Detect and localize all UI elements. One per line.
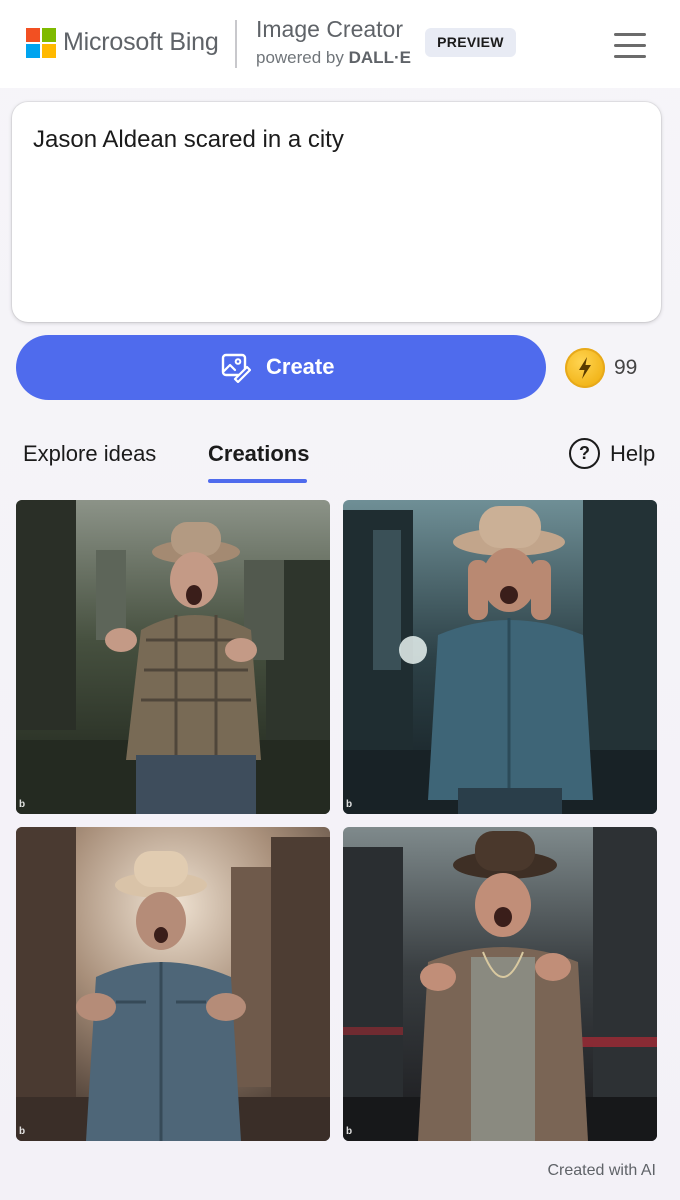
help-label: Help	[610, 441, 656, 466]
tab-creations[interactable]: Creations	[208, 441, 309, 467]
result-image-2[interactable]: b	[343, 500, 657, 814]
lightning-coin-icon[interactable]	[565, 348, 605, 388]
bing-watermark-icon: b	[19, 799, 26, 810]
powered-by-prefix: powered by	[256, 48, 349, 67]
result-image-illustration	[343, 500, 657, 814]
bing-watermark-icon: b	[346, 1126, 353, 1137]
microsoft-logo-icon[interactable]	[26, 28, 56, 58]
app-header: Microsoft Bing Image Creator powered by …	[0, 0, 680, 88]
created-with-ai-note: Created with AI	[547, 1162, 657, 1179]
hamburger-line	[614, 55, 646, 58]
result-image-illustration	[343, 827, 657, 1141]
hamburger-line	[614, 44, 646, 47]
hamburger-menu-button[interactable]	[608, 30, 648, 60]
boost-count: 99	[614, 356, 638, 379]
bing-watermark-icon: b	[19, 1126, 26, 1137]
create-button[interactable]: Create	[16, 335, 546, 400]
result-image-1[interactable]: b	[16, 500, 330, 814]
powered-by-model: DALL·E	[348, 48, 411, 67]
prompt-input[interactable]: Jason Aldean scared in a city	[12, 102, 661, 322]
brand-name[interactable]: Microsoft Bing	[63, 28, 219, 57]
result-image-illustration	[16, 500, 330, 814]
product-title[interactable]: Image Creator	[256, 16, 403, 43]
image-create-icon	[221, 353, 251, 383]
result-image-illustration	[16, 827, 330, 1141]
result-image-4[interactable]: b	[343, 827, 657, 1141]
active-tab-indicator	[208, 479, 307, 483]
result-image-3[interactable]: b	[16, 827, 330, 1141]
create-label: Create	[266, 354, 335, 379]
question-circle-icon: ?	[569, 438, 600, 469]
tab-explore-ideas[interactable]: Explore ideas	[23, 441, 156, 467]
hamburger-icon	[614, 33, 646, 36]
bing-watermark-icon: b	[346, 799, 353, 810]
powered-by-text: powered by DALL·E	[256, 48, 411, 68]
prompt-text[interactable]: Jason Aldean scared in a city	[33, 126, 344, 154]
preview-badge: PREVIEW	[425, 28, 516, 57]
header-divider	[235, 20, 237, 68]
